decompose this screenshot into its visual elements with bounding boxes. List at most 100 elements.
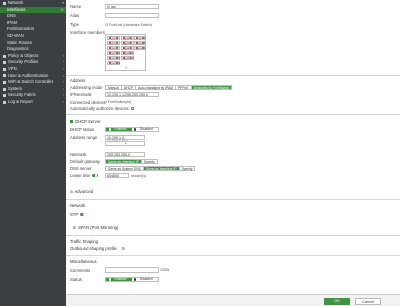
type-value: ⊟ FortiLink (Hardware Switch) xyxy=(105,22,153,27)
member-chip[interactable]: port7 ✖ xyxy=(107,46,120,50)
sidebar-item-sdwan[interactable]: SD-WAN xyxy=(0,33,66,40)
member-chip[interactable]: port8 ✖ xyxy=(120,46,134,50)
comments-label: Comments xyxy=(70,267,91,273)
lease-time-unit: second(s) xyxy=(131,173,147,178)
alias-label: Alias xyxy=(70,13,80,18)
ip-netmask-field[interactable]: 10.255.1.1/255.255.255.0 xyxy=(105,92,159,97)
sidebar: Network ▾ Interfaces ☆ DNS IPAM FortiExten… xyxy=(0,0,66,306)
sidebar-item-ipam[interactable]: IPAM xyxy=(0,20,66,27)
status-disabled-option[interactable]: Disabled xyxy=(132,277,158,281)
dns-specify-option[interactable]: Specify xyxy=(180,167,195,171)
member-chip[interactable]: port10 ✖ xyxy=(107,51,120,55)
remove-icon[interactable]: ✖ xyxy=(142,46,145,51)
vpn-icon xyxy=(3,67,6,71)
interface-members-box[interactable]: port1 ✖ port2 ✖ port3 ✖ port4 ✖ port5 ✖ port6… xyxy=(105,34,146,71)
ok-button[interactable]: OK xyxy=(324,297,350,305)
outbound-shaping-row: Outbound shaping profile xyxy=(70,246,127,251)
sidebar-item-diagnostics[interactable]: Diagnostics xyxy=(0,46,66,53)
status-enabled-option[interactable]: Enabled xyxy=(106,277,132,281)
member-chip[interactable]: port6 ✖ xyxy=(134,41,146,45)
sidebar-item-label: Policy & Objects xyxy=(8,52,39,58)
lease-time-toggle[interactable] xyxy=(91,173,98,177)
sidebar-item-security-profiles[interactable]: Security Profiles › xyxy=(0,59,66,66)
sidebar-item-fortiextenders[interactable]: FortiExtenders xyxy=(0,26,66,33)
type-row: Type ⊟ FortiLink (Hardware Switch) xyxy=(70,22,152,27)
ip-netmask-label: IP/Netmask xyxy=(70,92,92,97)
alias-row: Alias xyxy=(70,13,159,18)
lease-time-label: Lease time xyxy=(70,173,105,178)
member-chip[interactable]: port14 ✖ xyxy=(107,61,120,65)
member-chip[interactable]: port13 ✖ xyxy=(120,56,134,61)
member-chip[interactable]: port3 ✖ xyxy=(134,36,146,40)
sidebar-item-static-routes[interactable]: Static Routes xyxy=(0,40,66,47)
gear-icon xyxy=(3,87,6,91)
comments-field[interactable] xyxy=(105,267,159,273)
remove-icon[interactable]: ✖ xyxy=(116,61,119,66)
member-chip[interactable]: port12 ✖ xyxy=(107,56,120,60)
dns-server-row: DNS server Same as System DNS Same as In… xyxy=(70,166,196,171)
remove-icon[interactable]: ✖ xyxy=(129,56,132,61)
sidebar-item-interfaces[interactable]: Interfaces ☆ xyxy=(0,6,66,14)
lease-time-field[interactable]: 604800 xyxy=(105,173,129,178)
add-member-icon[interactable]: + xyxy=(125,65,127,70)
dhcp-status-row: DHCP status Enabled Disabled xyxy=(70,127,159,132)
policy-icon xyxy=(3,54,6,58)
dhcp-disabled-option[interactable]: Disabled xyxy=(132,127,158,131)
cancel-button[interactable]: Cancel xyxy=(355,297,381,305)
member-chip[interactable]: port5 ✖ xyxy=(120,41,134,45)
section-title-miscellaneous: Miscellaneous xyxy=(70,259,97,264)
sidebar-item-vpn[interactable]: VPN › xyxy=(0,66,66,73)
sidebar-item-label: Static Routes xyxy=(7,39,32,45)
stp-toggle[interactable] xyxy=(80,212,87,217)
sidebar-item-wifi-switch[interactable]: WiFi & Switch Controller › xyxy=(0,79,66,86)
advanced-row[interactable]: ⊞ Advanced xyxy=(70,189,93,194)
outbound-shaping-toggle[interactable] xyxy=(118,246,125,251)
chevron-right-icon: › xyxy=(62,93,64,98)
address-range-field[interactable]: 10.255.1.2-10.255.1.254 xyxy=(105,135,145,144)
sidebar-item-log-report[interactable]: Log & Report › xyxy=(0,99,66,106)
add-range-button[interactable]: + xyxy=(105,141,145,146)
dhcp-server-checkbox[interactable] xyxy=(70,119,74,124)
member-chip[interactable]: port4 ✖ xyxy=(107,41,120,45)
chevron-right-icon: › xyxy=(62,86,64,91)
sidebar-item-dns[interactable]: DNS xyxy=(0,13,66,20)
status-label: Status xyxy=(70,277,82,282)
dhcp-enabled-option[interactable]: Enabled xyxy=(106,127,132,131)
sidebar-item-label: DNS xyxy=(7,13,16,19)
sidebar-item-label: User & Authentication xyxy=(8,72,49,78)
dns-interface-ip-option[interactable]: Same as Interface IP xyxy=(143,167,180,171)
mode-fortiswitch-option[interactable]: Dedicated to FortiSwitch xyxy=(191,86,232,90)
name-field[interactable]: ⊞ lan xyxy=(105,4,159,9)
check-circle-icon xyxy=(108,278,111,281)
sidebar-item-user-auth[interactable]: User & Authentication › xyxy=(0,73,66,80)
connected-devices-label: Connected devices xyxy=(70,99,106,105)
address-range-add-row: + xyxy=(105,141,145,146)
section-title-traffic-shaping: Traffic Shaping xyxy=(70,239,98,244)
member-chip[interactable]: port1 ✖ xyxy=(107,36,120,40)
sidebar-item-network[interactable]: Network ▾ xyxy=(0,0,66,7)
mode-manual-option[interactable]: Manual xyxy=(106,86,122,90)
member-chip[interactable]: port9 ✖ xyxy=(134,46,146,50)
status-toggle: Enabled Disabled xyxy=(105,277,159,282)
member-chip[interactable]: port11 ✖ xyxy=(120,51,134,55)
gateway-specify-option[interactable]: Specify xyxy=(142,160,157,164)
member-chip[interactable]: port2 ✖ xyxy=(120,36,134,40)
gateway-interface-ip-option[interactable]: Same as Interface IP xyxy=(106,160,142,164)
dhcp-server-header: DHCP Server xyxy=(70,119,100,124)
mode-pppoe-option[interactable]: PPPoE xyxy=(176,86,192,90)
chevron-right-icon: › xyxy=(62,53,64,58)
mode-ipam-option[interactable]: Auto-managed by IPAM xyxy=(136,86,176,90)
advanced-toggle[interactable]: Advanced xyxy=(74,189,93,194)
dns-system-option[interactable]: Same as System DNS xyxy=(106,167,144,171)
mode-dhcp-option[interactable]: DHCP xyxy=(122,86,137,90)
auto-authorize-checkbox[interactable] xyxy=(130,106,134,111)
connected-devices-value[interactable]: 2 FortiSwitch(es) xyxy=(105,100,131,104)
sidebar-item-system[interactable]: System › xyxy=(0,86,66,93)
sidebar-item-policy-objects[interactable]: Policy & Objects › xyxy=(0,53,66,60)
alias-field[interactable] xyxy=(105,13,159,18)
dhcp-netmask-field[interactable]: 255.255.255.0 xyxy=(105,152,145,157)
sidebar-item-security-fabric[interactable]: Security Fabric › xyxy=(0,92,66,99)
star-icon[interactable]: ☆ xyxy=(60,7,64,14)
members-row: Interface members xyxy=(70,30,105,35)
span-toggle[interactable] xyxy=(70,225,76,230)
